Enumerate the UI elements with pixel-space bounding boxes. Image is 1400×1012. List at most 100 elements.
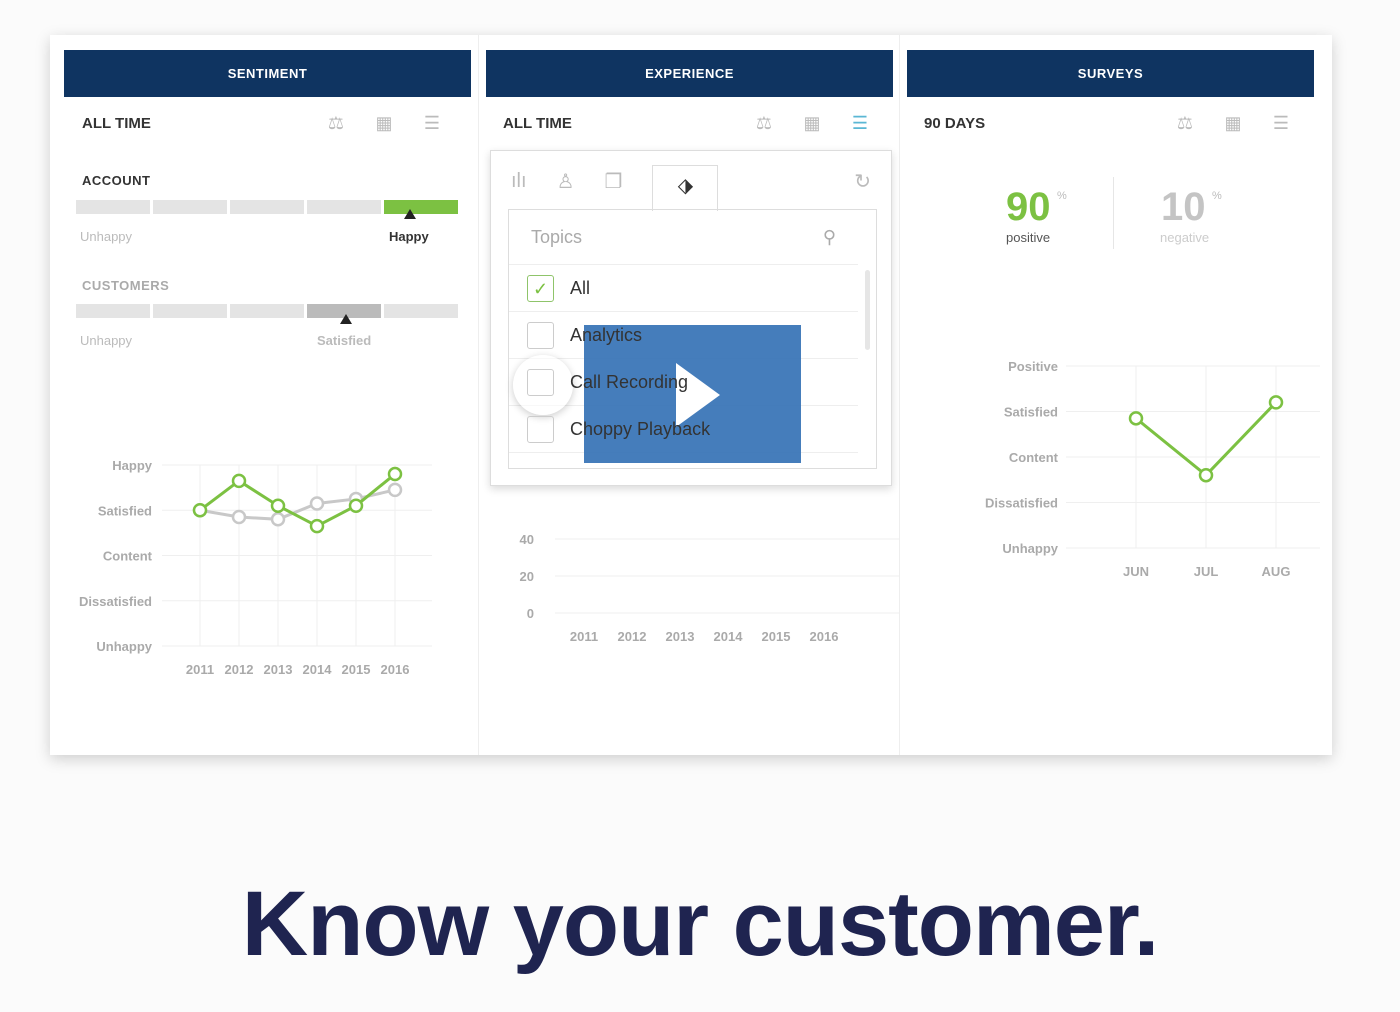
account-min-label: Unhappy <box>80 229 133 244</box>
topics-search[interactable]: Topics ⚲ <box>509 210 858 265</box>
x-tick-label: 2015 <box>342 662 371 677</box>
account-label: ACCOUNT <box>82 173 151 188</box>
positive-percent: 90 <box>1006 185 1051 229</box>
surveys-chart: Unhappy Dissatisfied Content Satisfied Posit… <box>985 359 1320 579</box>
y-tick-label: Content <box>1009 450 1059 465</box>
x-tick-label: 2016 <box>810 629 839 644</box>
x-tick-label: 2011 <box>186 662 214 677</box>
negative-label: negative <box>1160 230 1210 245</box>
refresh-icon[interactable]: ↻ <box>854 169 871 194</box>
customers-bar <box>76 304 458 318</box>
divider <box>1113 177 1114 249</box>
search-icon[interactable]: ⚲ <box>823 227 836 248</box>
customers-min-label: Unhappy <box>80 333 133 348</box>
time-range[interactable]: 90 DAYS <box>924 115 985 132</box>
filter-toggle-icon[interactable]: ☰ <box>416 113 448 134</box>
data-point <box>270 498 286 513</box>
filter-toggle-icon[interactable]: ☰ <box>1265 113 1297 134</box>
customers-marker <box>340 314 352 324</box>
data-point <box>348 498 364 513</box>
chart-tab-icon[interactable]: ılı <box>511 170 527 193</box>
tag-tab-icon[interactable]: ⬗ <box>652 165 719 211</box>
customers-label: CUSTOMERS <box>82 278 170 293</box>
topic-item[interactable]: ✓ All <box>509 265 858 312</box>
account-value: Happy <box>389 229 429 244</box>
sentiment-header[interactable]: SENTIMENT <box>64 50 471 97</box>
data-point <box>270 512 286 527</box>
scrollbar[interactable] <box>865 270 870 350</box>
experience-header[interactable]: EXPERIENCE <box>486 50 893 97</box>
calendar-icon[interactable]: ▦ <box>796 113 828 134</box>
x-tick-label: 2013 <box>666 629 695 644</box>
data-point <box>387 466 403 482</box>
y-tick-label: 0 <box>527 606 534 621</box>
y-tick-label: Unhappy <box>96 639 152 654</box>
x-tick-label: 2011 <box>570 629 598 644</box>
surveys-column: SURVEYS 90 DAYS ⚖ ▦ ☰ 90 % positive 10 % n… <box>899 35 1320 755</box>
data-point <box>309 496 325 511</box>
percent-unit: % <box>1212 190 1222 202</box>
topic-label: Choppy Playback <box>570 418 711 439</box>
y-tick-label: 20 <box>520 569 534 584</box>
y-tick-label: Dissatisfied <box>79 594 152 609</box>
data-point <box>1128 411 1144 426</box>
sentiment-chart: Unhappy Dissatisfied Content Satisfied Happy… <box>79 458 432 677</box>
x-tick-label: JUN <box>1123 564 1149 579</box>
topic-label: All <box>570 277 591 298</box>
customers-value: Satisfied <box>317 333 372 348</box>
account-marker <box>404 209 416 219</box>
x-tick-label: AUG <box>1262 564 1291 579</box>
compare-icon[interactable]: ⚖ <box>748 113 780 134</box>
data-point <box>309 518 325 534</box>
data-point <box>1198 467 1214 483</box>
account-bar <box>76 200 458 214</box>
x-tick-label: 2012 <box>618 629 647 644</box>
experience-chart: 0 20 40 2011 2012 2013 2014 2015 2016 <box>520 532 899 644</box>
time-range[interactable]: ALL TIME <box>503 115 572 132</box>
y-tick-label: Happy <box>112 458 153 473</box>
compare-icon[interactable]: ⚖ <box>320 113 352 134</box>
filter-toggle-icon[interactable]: ☰ <box>844 113 876 134</box>
checkbox[interactable] <box>527 321 554 349</box>
checkbox[interactable]: ✓ <box>527 274 554 302</box>
y-tick-label: 40 <box>520 532 534 547</box>
data-point <box>1268 395 1284 410</box>
tagline: Know your customer. <box>241 873 1160 975</box>
percent-unit: % <box>1057 190 1067 202</box>
series-line <box>199 472 396 528</box>
user-tab-icon[interactable]: ♙ <box>557 169 575 194</box>
y-tick-label: Satisfied <box>98 503 152 518</box>
x-tick-label: 2014 <box>303 662 333 677</box>
x-tick-label: 2016 <box>381 662 410 677</box>
calendar-icon[interactable]: ▦ <box>368 113 400 134</box>
x-tick-label: 2015 <box>762 629 791 644</box>
sentiment-column: SENTIMENT ALL TIME ⚖ ▦ ☰ ACCOUNT Unhappy H… <box>50 35 471 755</box>
surveys-header[interactable]: SURVEYS <box>907 50 1314 97</box>
data-point <box>231 473 247 489</box>
x-tick-label: 2013 <box>264 662 293 677</box>
video-play-button[interactable] <box>584 325 801 463</box>
x-tick-label: JUL <box>1194 564 1219 579</box>
filter-popup: ılı ♙ ❐ ⬗ ↻ Topics ⚲ ✓ All Analytics Call … <box>490 150 892 486</box>
topic-label: Call Recording <box>570 371 689 392</box>
checkbox[interactable] <box>527 415 554 443</box>
search-placeholder: Topics <box>531 226 583 247</box>
checkbox[interactable] <box>527 368 554 396</box>
positive-label: positive <box>1006 230 1051 245</box>
document-tab-icon[interactable]: ❐ <box>605 169 623 194</box>
x-tick-label: 2012 <box>225 662 254 677</box>
calendar-icon[interactable]: ▦ <box>1217 113 1249 134</box>
y-tick-label: Content <box>103 549 153 564</box>
y-tick-label: Positive <box>1008 359 1058 374</box>
negative-percent: 10 <box>1161 185 1206 229</box>
data-point <box>192 503 208 518</box>
time-range[interactable]: ALL TIME <box>82 115 151 132</box>
data-point <box>387 482 403 498</box>
compare-icon[interactable]: ⚖ <box>1169 113 1201 134</box>
y-tick-label: Unhappy <box>1002 541 1058 556</box>
y-tick-label: Satisfied <box>1004 405 1058 420</box>
y-tick-label: Dissatisfied <box>985 496 1058 511</box>
topic-label: Analytics <box>570 324 643 345</box>
data-point <box>231 509 247 525</box>
x-tick-label: 2014 <box>714 629 744 644</box>
